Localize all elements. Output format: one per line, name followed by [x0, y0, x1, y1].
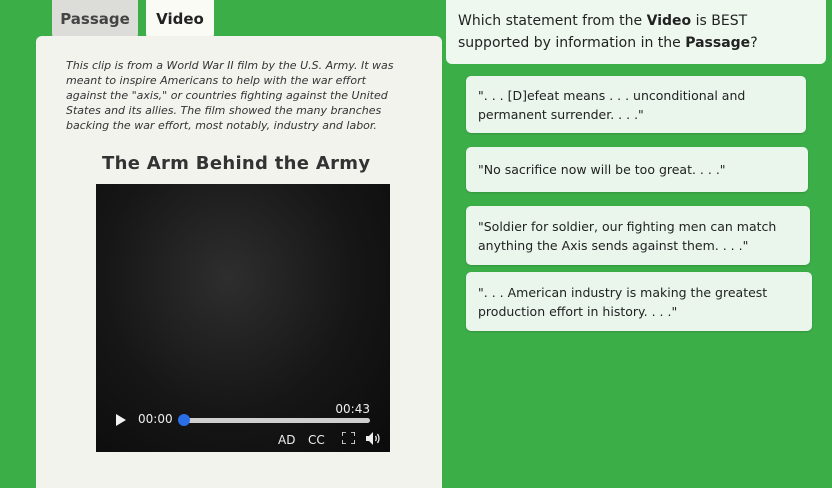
question-text: Which statement from the Video is BEST s…: [458, 10, 814, 54]
answer-option-2[interactable]: "No sacrifice now will be too great. . .…: [466, 147, 808, 192]
audio-description-button[interactable]: AD: [278, 433, 295, 447]
video-controls: 00:00 00:43 AD CC: [96, 402, 390, 452]
play-icon[interactable]: [116, 414, 126, 426]
answer-option-1[interactable]: ". . . [D]efeat means . . . unconditiona…: [466, 76, 806, 133]
duration: 00:43: [335, 402, 370, 416]
tab-passage[interactable]: Passage: [52, 0, 138, 38]
seek-handle[interactable]: [178, 414, 190, 426]
answer-option-4[interactable]: ". . . American industry is making the g…: [466, 272, 812, 331]
passage-panel: This clip is from a World War II film by…: [36, 36, 442, 488]
video-player[interactable]: 00:00 00:43 AD CC: [96, 184, 390, 452]
current-time: 00:00: [138, 412, 173, 426]
answer-option-3[interactable]: "Soldier for soldier, our fighting men c…: [466, 206, 810, 265]
passage-intro: This clip is from a World War II film by…: [66, 59, 394, 132]
volume-icon[interactable]: [366, 432, 382, 445]
closed-captions-button[interactable]: CC: [308, 433, 325, 447]
video-title: The Arm Behind the Army: [102, 153, 371, 174]
question-emphasis-passage: Passage: [685, 35, 751, 51]
fullscreen-icon[interactable]: [342, 432, 355, 444]
answer-option-1-text: ". . . [D]efeat means . . . unconditiona…: [478, 87, 746, 122]
tab-video[interactable]: Video: [146, 0, 214, 38]
seek-bar[interactable]: [178, 414, 370, 426]
question-emphasis-video: Video: [646, 13, 692, 29]
question-prompt: Which statement from the Video is BEST s…: [446, 0, 826, 64]
question-part-3: ?: [750, 35, 758, 51]
answer-option-2-text: "No sacrifice now will be too great. . .…: [478, 162, 726, 177]
answer-option-3-text: "Soldier for soldier, our fighting men c…: [478, 218, 777, 253]
answer-option-4-text: ". . . American industry is making the g…: [478, 284, 768, 319]
question-part-1: Which statement from the: [458, 13, 647, 29]
